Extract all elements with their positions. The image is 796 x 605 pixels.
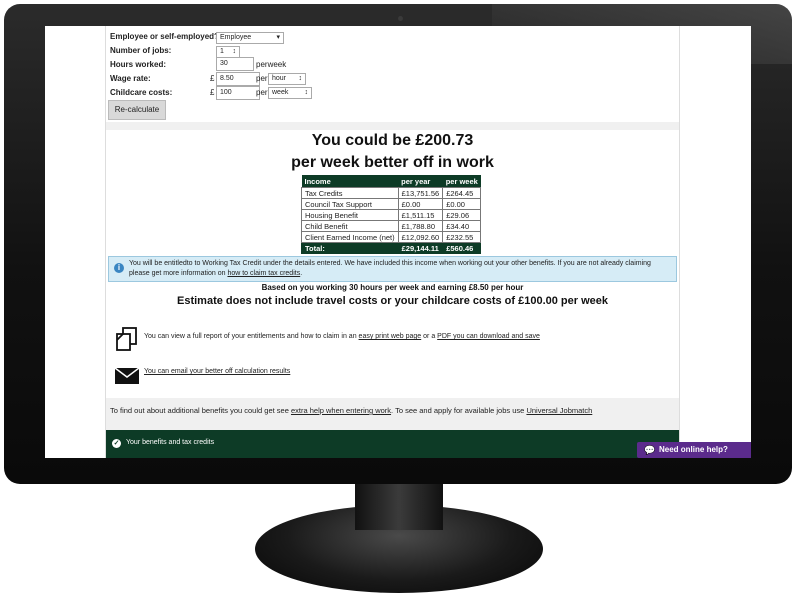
basis-line: Based on you working 30 hours per week a… — [261, 283, 524, 292]
footer-text-1: To find out about additional benefits yo… — [110, 406, 289, 415]
employment-select-value: Employee — [220, 34, 252, 41]
online-help-label: Need online help? — [659, 445, 728, 454]
hours-input[interactable]: 30 — [216, 57, 254, 71]
table-cell: £560.46 — [442, 242, 482, 254]
table-header-row: Income per year per week — [301, 175, 481, 188]
hours-label: Hours worked: — [110, 60, 167, 69]
chevron-updown-icon: ↕ — [232, 48, 237, 55]
table-cell: £29.06 — [442, 209, 482, 221]
claim-tax-credits-link[interactable]: how to claim tax credits — [227, 270, 300, 277]
pdf-download-link[interactable]: PDF you can download and save — [437, 333, 540, 340]
table-cell: Child Benefit — [301, 220, 399, 232]
wage-period-value: hour — [272, 75, 287, 82]
employment-label: Employee or self-employed? — [110, 32, 219, 41]
chevron-updown-icon: ↕ — [298, 75, 303, 82]
info-end: . — [300, 270, 303, 277]
table-cell: £29,144.11 — [397, 242, 444, 254]
documents-icon — [116, 327, 137, 351]
wage-period-select[interactable]: hour ↕ — [268, 73, 306, 85]
childcare-currency: £ — [210, 88, 215, 97]
estimate-note: Estimate does not include travel costs o… — [177, 295, 608, 307]
footer-text-2: . To see and apply for available jobs us… — [391, 406, 525, 415]
email-line: You can email your better off calculatio… — [144, 368, 290, 375]
email-results-link[interactable]: You can email your better off calculatio… — [144, 368, 290, 375]
table-cell: Total: — [301, 242, 399, 254]
table-header: Income — [301, 175, 399, 188]
page-content: Employee or self-employed? Employee ▾ Nu… — [105, 26, 680, 458]
table-row: Client Earned Income (net) £12,092.60 £2… — [301, 231, 482, 243]
info-text: You will be entitledto to Working Tax Cr… — [129, 259, 672, 279]
universal-jobmatch-link[interactable]: Universal Jobmatch — [526, 406, 592, 415]
monitor-stand-neck — [355, 484, 443, 530]
table-header: per week — [442, 175, 481, 188]
table-cell: Client Earned Income (net) — [301, 231, 399, 243]
screen: Employee or self-employed? Employee ▾ Nu… — [45, 26, 751, 458]
table-header: per year — [398, 175, 443, 188]
calculation-form: Employee or self-employed? Employee ▾ Nu… — [106, 26, 679, 128]
wage-input[interactable]: 8.50 — [216, 72, 260, 86]
report-line: You can view a full report of your entit… — [144, 333, 540, 340]
wage-label: Wage rate: — [110, 74, 151, 83]
table-cell: Housing Benefit — [301, 209, 399, 221]
benefits-section-bar[interactable]: ✓ Your benefits and tax credits — [106, 430, 679, 458]
table-total-row: Total: £29,144.11 £560.46 — [301, 242, 482, 254]
info-icon: i — [114, 263, 124, 273]
childcare-period-value: week — [272, 89, 289, 96]
webcam-dot — [398, 16, 403, 21]
report-text: You can view a full report of your entit… — [144, 333, 357, 340]
table-cell: £34.40 — [442, 220, 482, 232]
table-row: Council Tax Support £0.00 £0.00 — [301, 198, 482, 210]
benefits-section-label: Your benefits and tax credits — [126, 439, 215, 446]
wage-currency: £ — [210, 74, 215, 83]
table-cell: £1,788.80 — [397, 220, 444, 232]
result-subheadline: per week better off in work — [291, 154, 494, 171]
income-table: Income per year per week Tax Credits £13… — [301, 175, 482, 254]
table-cell: Council Tax Support — [301, 198, 399, 210]
table-cell: £0.00 — [397, 198, 444, 210]
tax-credit-info-box: i You will be entitledto to Working Tax … — [108, 256, 677, 282]
childcare-label: Childcare costs: — [110, 88, 173, 97]
info-body: You will be entitledto to Working Tax Cr… — [129, 260, 651, 277]
jobs-select-value: 1 — [220, 48, 224, 55]
report-or: or a — [423, 333, 436, 340]
online-help-button[interactable]: 💬 Need online help? — [637, 442, 751, 458]
table-row: Tax Credits £13,751.56 £264.45 — [301, 187, 482, 199]
check-circle-icon: ✓ — [112, 439, 121, 448]
table-cell: £12,092.60 — [397, 231, 444, 243]
childcare-period-select[interactable]: week ↕ — [268, 87, 312, 99]
hours-unit: perweek — [256, 60, 287, 69]
divider-band — [106, 122, 679, 130]
table-cell: £264.45 — [442, 187, 482, 199]
jobs-label: Number of jobs: — [110, 46, 172, 55]
table-row: Child Benefit £1,788.80 £34.40 — [301, 220, 482, 232]
extra-help-link[interactable]: extra help when entering work — [291, 406, 391, 415]
table-cell: Tax Credits — [301, 187, 399, 199]
table-row: Housing Benefit £1,511.15 £29.06 — [301, 209, 482, 221]
table-cell: £232.55 — [442, 231, 482, 243]
wage-per: per — [256, 74, 268, 83]
employment-select[interactable]: Employee ▾ — [216, 32, 284, 44]
envelope-icon — [114, 367, 140, 384]
table-cell: £0.00 — [442, 198, 482, 210]
easy-print-link[interactable]: easy print web page — [359, 333, 422, 340]
childcare-per: per — [256, 88, 268, 97]
recalculate-button[interactable]: Re-calculate — [108, 100, 166, 120]
table-cell: £13,751.56 — [397, 187, 444, 199]
chevron-updown-icon: ↕ — [304, 89, 309, 96]
chevron-down-icon: ▾ — [276, 34, 280, 41]
footer-text: To find out about additional benefits yo… — [110, 406, 592, 415]
result-headline: You could be £200.73 — [311, 132, 474, 149]
table-cell: £1,511.15 — [397, 209, 444, 221]
childcare-input[interactable]: 100 — [216, 86, 260, 100]
chat-icon: 💬 — [644, 445, 656, 455]
